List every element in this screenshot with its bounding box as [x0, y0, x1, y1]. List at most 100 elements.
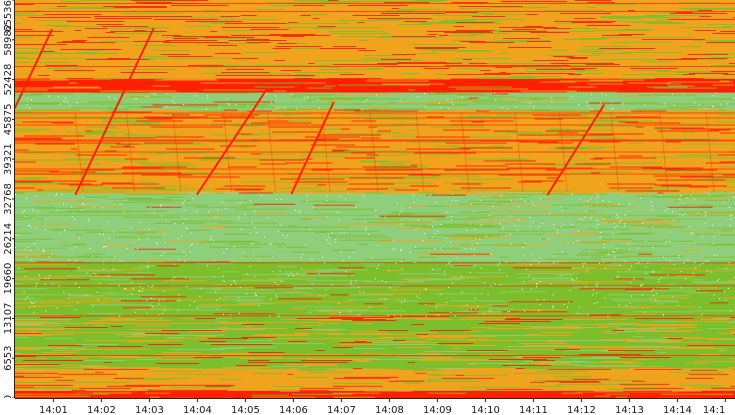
heat-cell — [678, 392, 727, 394]
heat-cell — [459, 209, 523, 211]
heat-cell — [524, 300, 550, 302]
heat-cell — [244, 191, 293, 193]
heat-cell — [241, 333, 295, 335]
heat-cell — [539, 106, 599, 108]
heat-cell — [389, 291, 401, 293]
heat-cell — [83, 266, 147, 268]
heat-cell — [483, 14, 527, 15]
sparse-point — [404, 300, 406, 302]
heat-cell — [692, 386, 725, 388]
sparse-point — [655, 299, 657, 301]
heat-cell — [68, 372, 81, 374]
heat-cell — [233, 125, 261, 127]
heat-cell — [155, 228, 181, 230]
heat-cell — [205, 292, 257, 294]
heat-cell — [277, 187, 323, 189]
sparse-point — [563, 303, 565, 305]
sparse-point — [217, 268, 219, 270]
sparse-point — [284, 107, 286, 109]
heat-cell — [438, 359, 467, 361]
heat-cell — [513, 372, 576, 374]
heat-cell — [123, 134, 182, 136]
heat-cell — [470, 107, 516, 109]
heat-cell — [201, 359, 215, 361]
heat-cell — [250, 83, 260, 85]
heat-cell — [690, 365, 724, 367]
heat-cell — [291, 284, 357, 286]
heat-cell — [423, 171, 465, 173]
heat-cell — [227, 280, 285, 282]
sparse-point — [165, 93, 167, 95]
heat-cell — [443, 240, 478, 242]
heat-cell — [167, 125, 206, 127]
heat-cell — [78, 290, 106, 292]
heat-cell — [180, 275, 210, 277]
heat-cell — [641, 339, 671, 341]
heat-cell — [712, 206, 735, 208]
heat-cell — [171, 286, 192, 288]
heat-cell — [373, 95, 402, 97]
heat-cell — [407, 129, 414, 131]
heat-cell — [409, 185, 439, 187]
sparse-point — [296, 108, 298, 110]
heat-cell — [85, 231, 101, 233]
heat-cell — [185, 145, 194, 147]
heat-cell — [360, 349, 416, 351]
sparse-point — [148, 228, 150, 230]
heat-cell — [368, 108, 427, 110]
heat-cell — [352, 320, 360, 322]
heat-cell — [48, 211, 69, 213]
heat-cell — [367, 221, 432, 223]
sparse-point — [342, 260, 344, 262]
heat-cell — [431, 227, 473, 229]
sparse-point — [570, 95, 572, 97]
sparse-point — [596, 282, 598, 284]
heat-cell — [256, 212, 285, 214]
heat-cell — [24, 385, 43, 387]
heat-cell — [57, 197, 98, 199]
heat-cell — [114, 169, 122, 171]
heat-cell — [247, 110, 272, 112]
heat-cell — [83, 340, 126, 342]
heat-cell — [595, 221, 609, 223]
sparse-point — [131, 281, 133, 283]
sparse-point — [514, 224, 516, 226]
sparse-point — [694, 262, 696, 264]
heat-cell — [133, 25, 148, 26]
heat-cell — [292, 274, 313, 276]
heat-cell — [79, 125, 118, 127]
heat-cell — [134, 233, 146, 235]
heat-cell — [451, 369, 477, 371]
heat-cell — [429, 302, 452, 304]
heat-cell — [195, 292, 206, 294]
heat-cell — [700, 152, 735, 154]
heat-cell — [25, 172, 72, 174]
heat-cell — [526, 150, 588, 152]
sparse-point — [683, 262, 685, 264]
heat-cell — [238, 192, 273, 194]
heat-cell — [589, 79, 645, 81]
sparse-point — [361, 109, 363, 111]
heat-cell — [329, 353, 339, 355]
sparse-point — [147, 285, 149, 287]
heat-cell — [492, 170, 547, 172]
heat-cell — [596, 210, 603, 212]
sparse-point — [254, 294, 256, 296]
heat-cell — [21, 23, 78, 24]
heat-cell — [154, 79, 219, 81]
heat-cell — [546, 341, 565, 343]
heat-cell — [15, 294, 59, 296]
heat-cell — [556, 23, 577, 24]
heat-cell — [453, 26, 465, 27]
heat-cell — [447, 106, 465, 108]
heat-cell — [567, 202, 588, 204]
heat-cell — [399, 84, 430, 86]
heat-cell — [439, 158, 455, 160]
heat-cell — [537, 5, 602, 6]
sparse-point — [452, 104, 454, 106]
sparse-point — [338, 302, 340, 304]
sparse-point — [222, 280, 224, 282]
heat-cell — [193, 390, 258, 392]
heat-cell — [197, 202, 250, 204]
heat-cell — [606, 90, 620, 92]
